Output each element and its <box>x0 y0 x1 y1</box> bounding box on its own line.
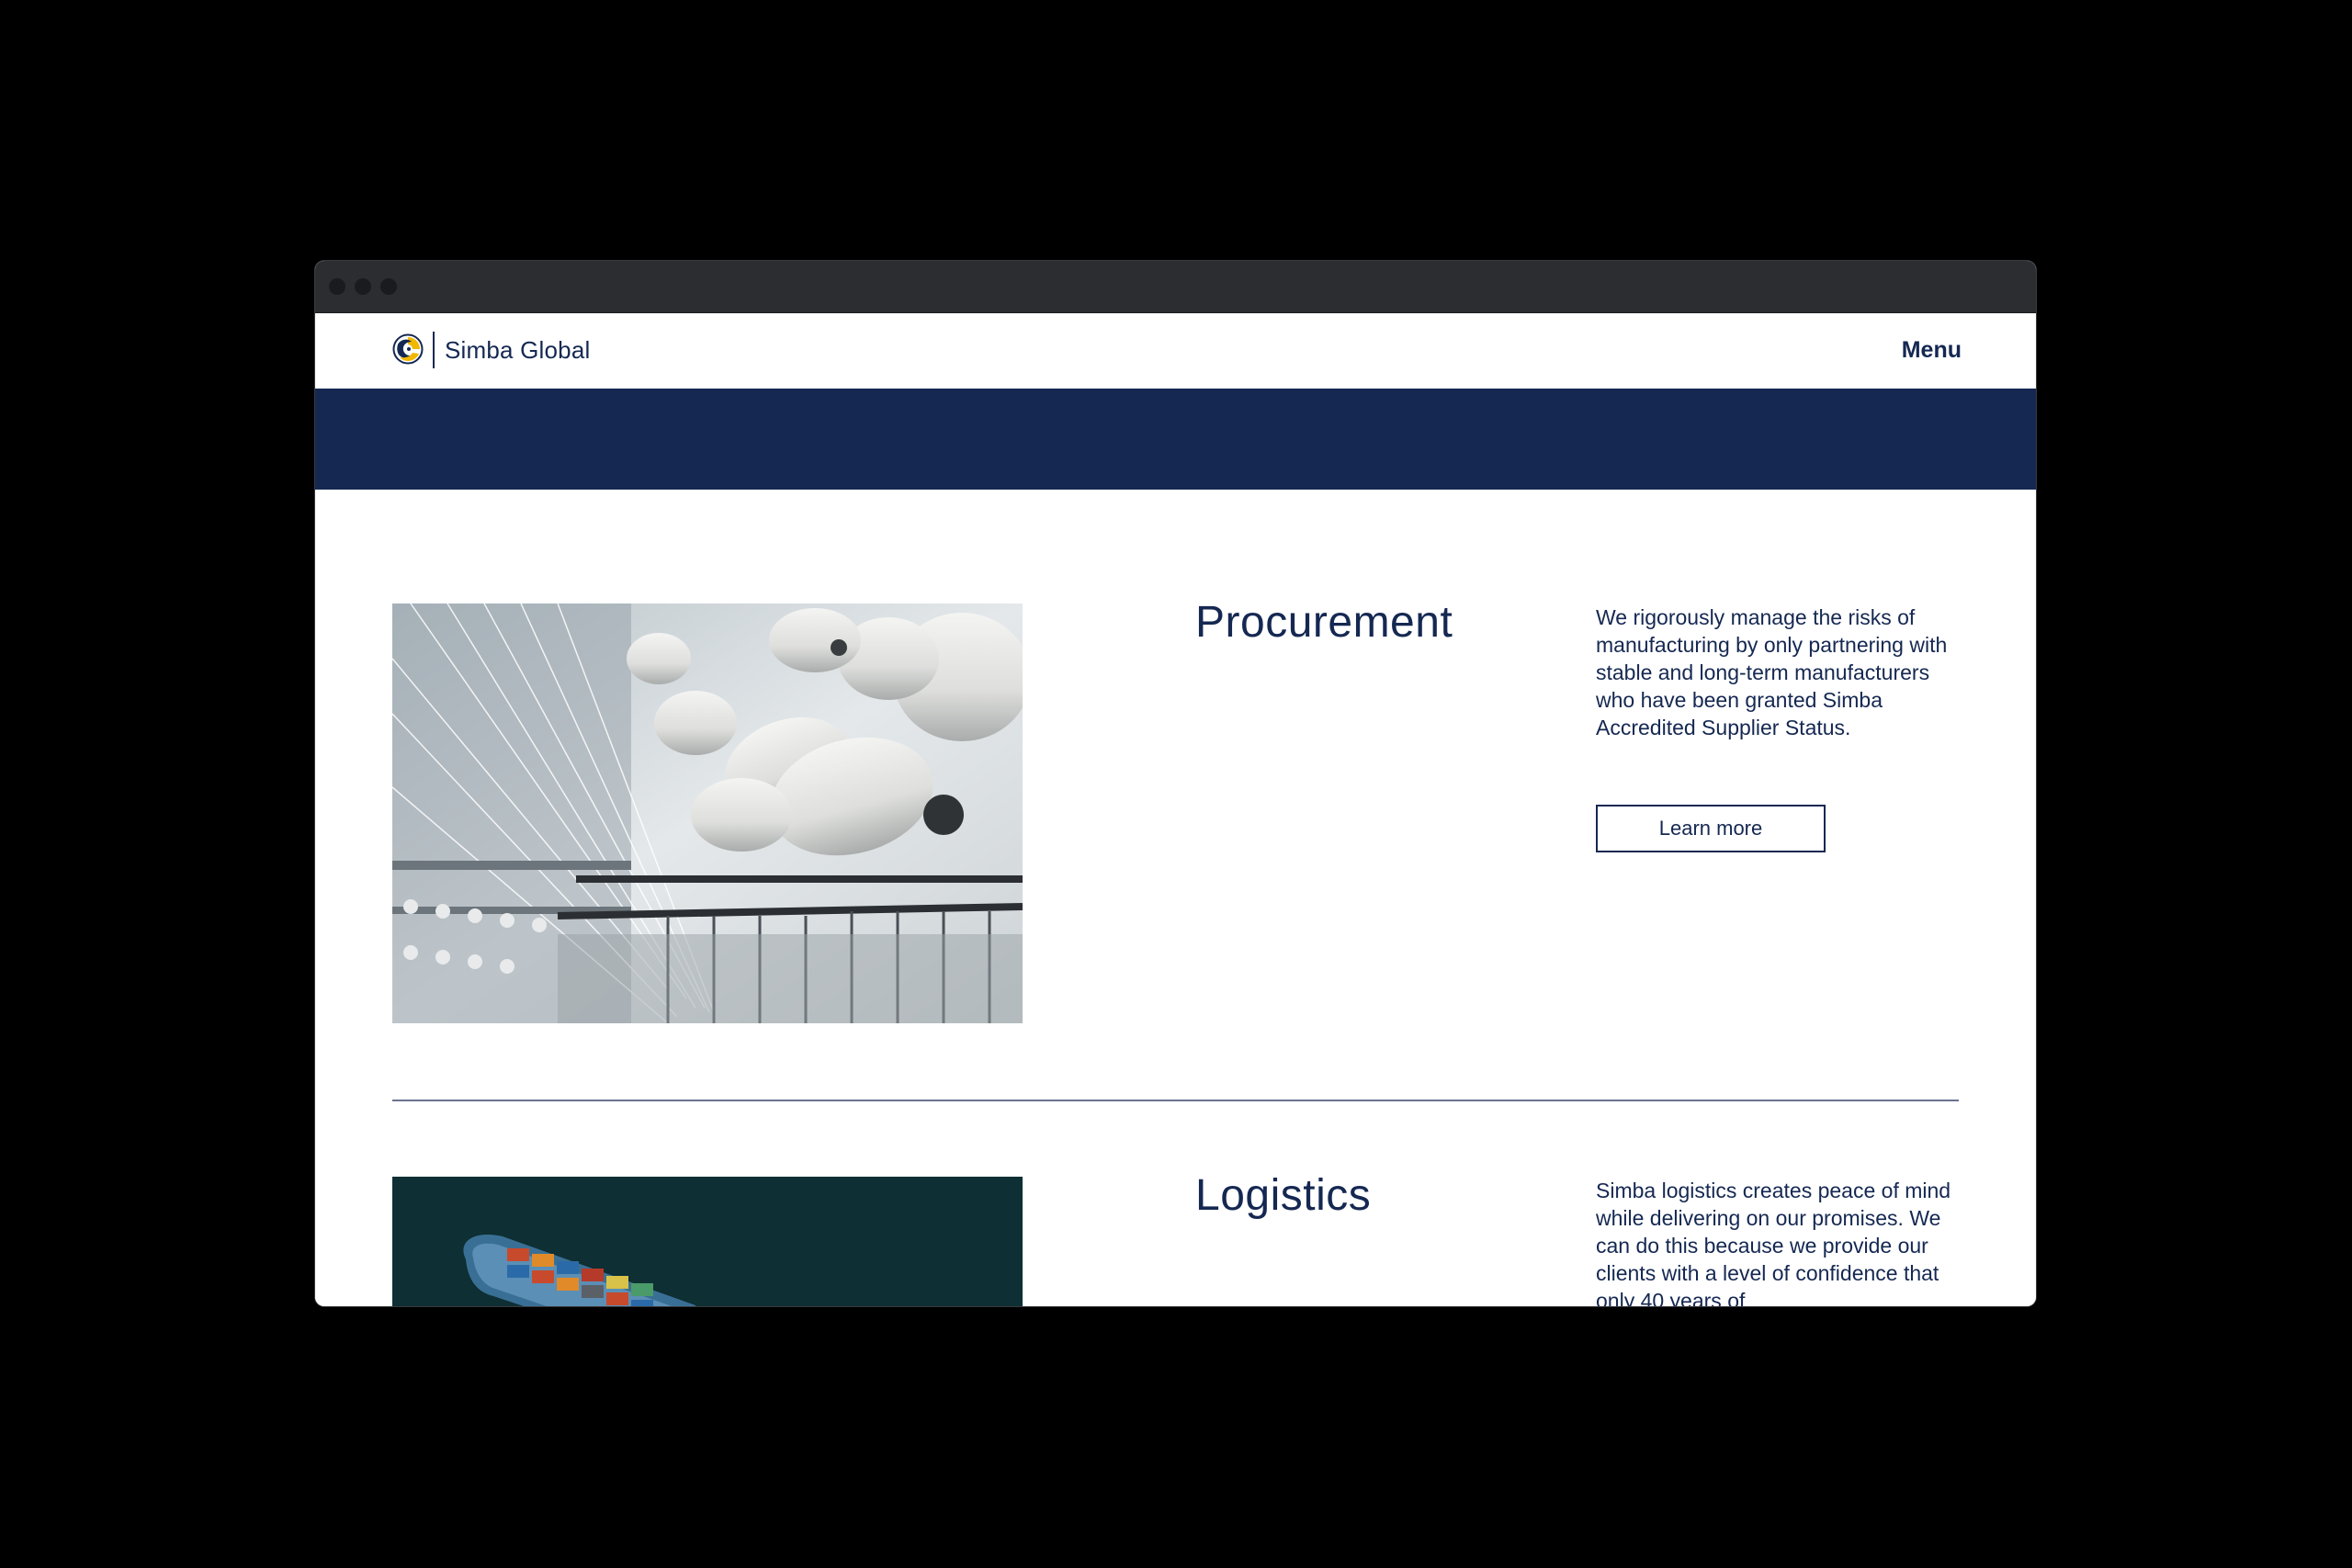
brand-name[interactable]: Simba Global <box>445 335 590 365</box>
container-ship-aerial-photo <box>392 1177 1023 1306</box>
window-minimize-button[interactable] <box>355 278 371 295</box>
window-titlebar <box>315 261 2036 313</box>
section-text-procurement: We rigorously manage the risks of manufa… <box>1596 605 1948 739</box>
container-ship-image <box>392 1177 1023 1306</box>
simba-lion-logo-icon[interactable] <box>392 333 424 365</box>
section-text-logistics: Simba logistics creates peace of mind wh… <box>1596 1179 1951 1306</box>
browser-window: Simba Global Menu Procurement We rigorou… <box>315 261 2036 1306</box>
textile-spools-image <box>392 604 1023 1023</box>
window-close-button[interactable] <box>329 278 345 295</box>
section-divider <box>392 1100 1959 1101</box>
logo-divider <box>433 332 435 368</box>
section-title-procurement: Procurement <box>1195 598 1453 647</box>
hero-banner <box>315 389 2036 490</box>
site-header: Simba Global Menu <box>315 313 2036 389</box>
section-title-logistics: Logistics <box>1195 1171 1372 1220</box>
textile-spools-photo <box>392 604 1023 1023</box>
window-maximize-button[interactable] <box>380 278 397 295</box>
menu-button[interactable]: Menu <box>1902 335 1962 365</box>
page-viewport: Simba Global Menu Procurement We rigorou… <box>315 313 2036 1306</box>
learn-more-button[interactable]: Learn more <box>1596 805 1826 852</box>
